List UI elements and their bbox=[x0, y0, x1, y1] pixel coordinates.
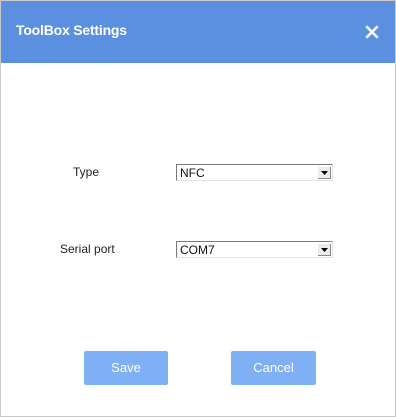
cancel-button[interactable]: Cancel bbox=[231, 351, 316, 385]
dialog-titlebar: ToolBox Settings bbox=[1, 1, 395, 63]
serial-port-select-value: COM7 bbox=[180, 243, 215, 257]
toolbox-settings-dialog: ToolBox Settings Type NFC Serial port CO… bbox=[0, 0, 396, 417]
close-button[interactable] bbox=[359, 19, 385, 45]
serial-port-label: Serial port bbox=[60, 242, 115, 256]
save-button[interactable]: Save bbox=[84, 351, 168, 385]
dialog-title: ToolBox Settings bbox=[16, 22, 127, 38]
close-icon bbox=[365, 25, 379, 39]
chevron-down-icon bbox=[321, 248, 328, 252]
chevron-down-icon bbox=[321, 171, 328, 175]
type-select[interactable]: NFC bbox=[176, 164, 333, 181]
type-dropdown-button[interactable] bbox=[317, 166, 331, 179]
serial-port-select[interactable]: COM7 bbox=[176, 241, 333, 258]
serial-port-dropdown-button[interactable] bbox=[317, 243, 331, 256]
type-select-value: NFC bbox=[180, 166, 205, 180]
type-label: Type bbox=[73, 165, 100, 179]
